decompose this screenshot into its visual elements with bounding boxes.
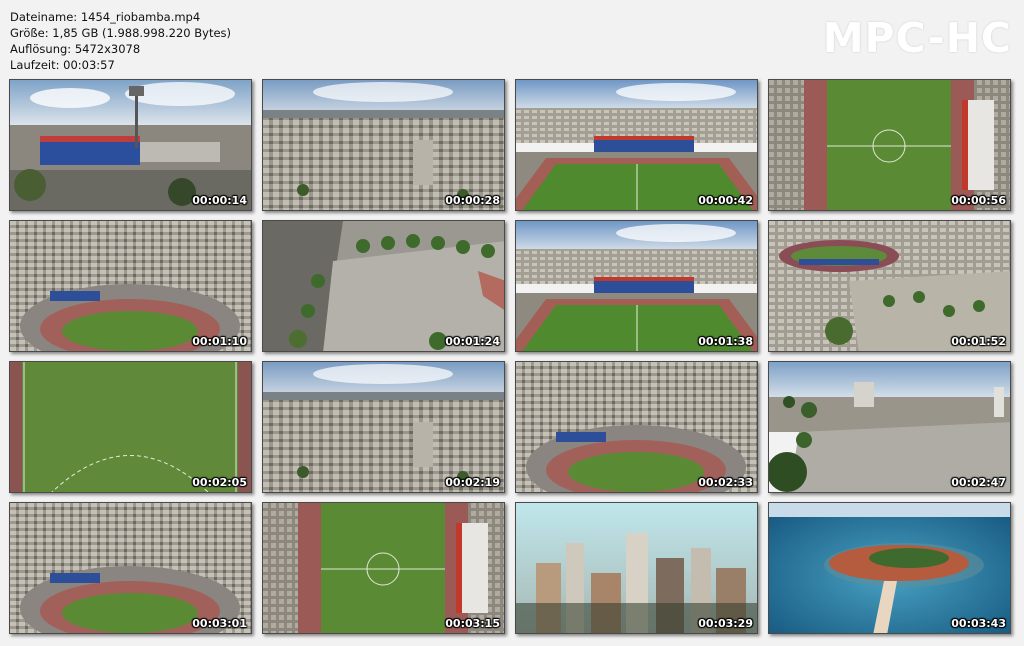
thumbnail-image — [263, 503, 504, 633]
thumbnail-image — [10, 362, 251, 492]
file-info: Dateiname: 1454_riobamba.mp4 Größe: 1,85… — [10, 9, 231, 73]
thumbnail-1: 00:00:14 — [9, 79, 252, 211]
thumbnail-image — [769, 503, 1010, 633]
thumbnail-14: 00:03:15 — [262, 502, 505, 634]
timestamp-label: 00:01:10 — [192, 335, 247, 348]
timestamp-label: 00:03:43 — [951, 617, 1006, 630]
thumbnail-image — [263, 362, 504, 492]
thumbnail-image — [516, 503, 757, 633]
thumbnail-image — [769, 221, 1010, 351]
thumbnail-5: 00:01:10 — [9, 220, 252, 352]
timestamp-label: 00:03:01 — [192, 617, 247, 630]
thumbnail-image — [10, 80, 251, 210]
thumbnail-7: 00:01:38 — [515, 220, 758, 352]
timestamp-label: 00:01:24 — [445, 335, 500, 348]
thumbnail-image — [516, 362, 757, 492]
thumbnail-6: 00:01:24 — [262, 220, 505, 352]
thumbnail-image — [263, 221, 504, 351]
thumbnail-15: 00:03:29 — [515, 502, 758, 634]
thumbnail-image — [516, 221, 757, 351]
timestamp-label: 00:00:14 — [192, 194, 247, 207]
timestamp-label: 00:02:05 — [192, 476, 247, 489]
timestamp-label: 00:02:19 — [445, 476, 500, 489]
timestamp-label: 00:01:52 — [951, 335, 1006, 348]
timestamp-label: 00:00:28 — [445, 194, 500, 207]
thumbnail-11: 00:02:33 — [515, 361, 758, 493]
filename-label: Dateiname: 1454_riobamba.mp4 — [10, 10, 201, 24]
thumbnail-10: 00:02:19 — [262, 361, 505, 493]
thumbnail-2: 00:00:28 — [262, 79, 505, 211]
thumbnail-grid: 00:00:14 00:00:28 00:00:42 00:00:56 00:0… — [9, 79, 1015, 636]
timestamp-label: 00:02:33 — [698, 476, 753, 489]
thumbnail-3: 00:00:42 — [515, 79, 758, 211]
timestamp-label: 00:03:29 — [698, 617, 753, 630]
duration-label: Laufzeit: 00:03:57 — [10, 58, 115, 72]
resolution-label: Auflösung: 5472x3078 — [10, 42, 141, 56]
timestamp-label: 00:00:56 — [951, 194, 1006, 207]
timestamp-label: 00:00:42 — [698, 194, 753, 207]
timestamp-label: 00:02:47 — [951, 476, 1006, 489]
mpc-hc-logo: MPC-HC — [822, 14, 1012, 62]
thumbnail-image — [263, 80, 504, 210]
thumbnail-image — [769, 362, 1010, 492]
thumbnail-16: 00:03:43 — [768, 502, 1011, 634]
thumbnail-image — [10, 503, 251, 633]
thumbnail-image — [769, 80, 1010, 210]
thumbnail-9: 00:02:05 — [9, 361, 252, 493]
thumbnail-13: 00:03:01 — [9, 502, 252, 634]
thumbnail-image — [516, 80, 757, 210]
thumbnail-image — [10, 221, 251, 351]
thumbnail-4: 00:00:56 — [768, 79, 1011, 211]
thumbnail-12: 00:02:47 — [768, 361, 1011, 493]
timestamp-label: 00:01:38 — [698, 335, 753, 348]
filesize-label: Größe: 1,85 GB (1.988.998.220 Bytes) — [10, 26, 232, 40]
thumbnail-8: 00:01:52 — [768, 220, 1011, 352]
timestamp-label: 00:03:15 — [445, 617, 500, 630]
